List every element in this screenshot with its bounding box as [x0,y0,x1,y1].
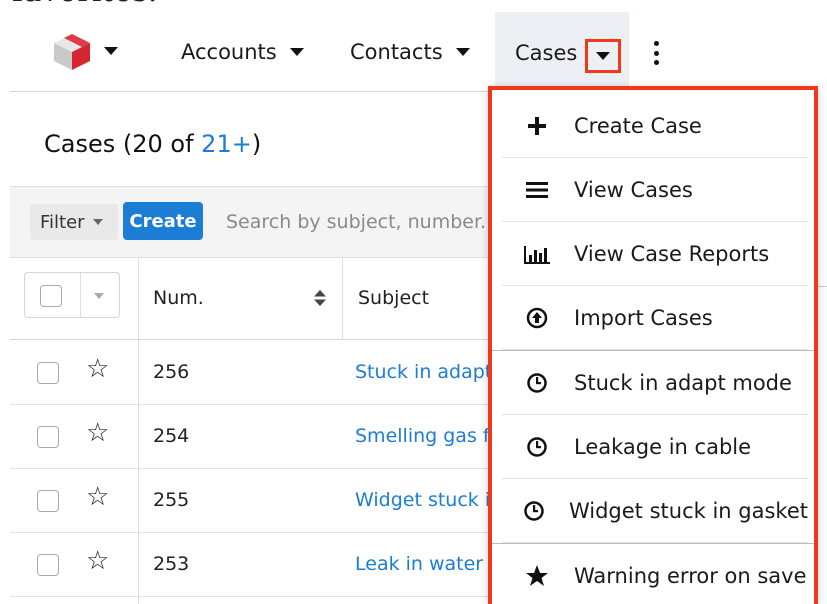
filter-button[interactable]: Filter [30,204,118,240]
menu-item-view-case-reports[interactable]: View Case Reports [502,222,808,286]
column-divider [342,258,343,340]
chevron-down-icon [596,52,610,60]
logo-caret-icon[interactable] [104,47,118,55]
import-icon [512,307,562,329]
row-subject-link[interactable]: Widget stuck in gasket [355,489,490,511]
row-checkbox[interactable] [37,490,59,512]
menu-item-label: Leakage in cable [574,434,752,459]
bar-chart-icon [512,244,562,264]
menu-item-label: Create Case [574,113,702,138]
chevron-down-icon[interactable] [455,48,470,56]
menu-item-label: Stuck in adapt mode [574,370,792,395]
cases-menu-toggle-button[interactable] [585,39,621,73]
clock-icon [512,372,562,394]
favorite-star-icon[interactable]: ☆ [86,484,109,510]
row-num: 256 [153,361,190,383]
chevron-down-icon [92,219,103,225]
nav-tab-cases-label[interactable]: Cases [515,41,577,65]
table-row: ☆ 255 Widget stuck in gasket [10,469,490,533]
row-num: 254 [153,425,190,447]
menu-item-recent-case[interactable]: Leakage in cable [502,415,808,479]
select-all-checkbox[interactable] [40,285,62,307]
chevron-down-icon[interactable] [94,293,104,299]
nav-tab-label: Contacts [350,40,443,64]
row-checkbox[interactable] [37,426,59,448]
nav-tab-contacts[interactable]: Contacts [350,35,470,69]
menu-item-import-cases[interactable]: Import Cases [502,286,808,350]
list-icon [512,181,562,199]
clock-icon [512,436,562,458]
record-count-link[interactable]: 21+ [201,130,252,158]
top-navigation: Accounts Contacts Cases [0,8,827,94]
table-row: ☆ 256 Stuck in adapt mode [10,341,490,405]
filter-label: Filter [40,211,85,233]
search-input[interactable] [216,204,490,240]
nav-tab-accounts[interactable]: Accounts [181,35,304,69]
row-checkbox[interactable] [37,362,59,384]
sugar-cube-icon[interactable] [52,32,92,72]
favorite-star-icon[interactable]: ☆ [86,548,109,574]
table-row: ☆ 254 Smelling gas from the unit [10,405,490,469]
row-subject-link[interactable]: Stuck in adapt mode [355,361,490,383]
menu-item-recent-case[interactable]: Widget stuck in gasket [502,479,808,543]
page-title-suffix: ) [251,130,262,158]
menu-item-favorite-case[interactable]: Warning error on save [502,544,808,604]
menu-item-label: View Case Reports [574,241,770,266]
page-title-text: Cases (20 of [44,130,202,158]
plus-icon [512,116,562,136]
menu-item-label: Widget stuck in gasket [568,498,808,523]
favorite-star-icon[interactable]: ☆ [86,420,109,446]
row-num: 253 [153,553,190,575]
create-button[interactable]: Create [123,202,203,240]
menu-item-label: View Cases [574,177,693,202]
sort-icon[interactable] [313,289,327,307]
menu-item-view-cases[interactable]: View Cases [502,158,808,222]
select-all-control[interactable] [24,272,120,318]
more-menu-icon[interactable] [653,41,659,65]
column-header-subject[interactable]: Subject [358,287,429,309]
row-num: 255 [153,489,190,511]
header-divider [10,91,490,92]
favorite-star-icon[interactable]: ☆ [86,356,109,382]
row-checkbox[interactable] [37,554,59,576]
column-header-num[interactable]: Num. [153,287,204,309]
star-icon [512,564,562,588]
row-subject-link[interactable]: Leak in water line [355,553,490,575]
row-subject-link[interactable]: Smelling gas from the unit [355,425,490,447]
menu-item-label: Import Cases [574,305,713,330]
menu-item-create-case[interactable]: Create Case [502,94,808,158]
clock-icon [512,500,557,522]
cases-dropdown-menu: Create Case View Cases View Case Reports… [488,86,818,604]
menu-item-recent-case[interactable]: Stuck in adapt mode [502,351,808,415]
page-title: Cases (20 of 21+) [44,130,261,158]
table-row: ☆ 253 Leak in water line [10,533,490,597]
menu-item-label: Warning error on save [574,564,807,588]
nav-tab-label: Accounts [181,40,277,64]
chevron-down-icon[interactable] [289,48,304,56]
